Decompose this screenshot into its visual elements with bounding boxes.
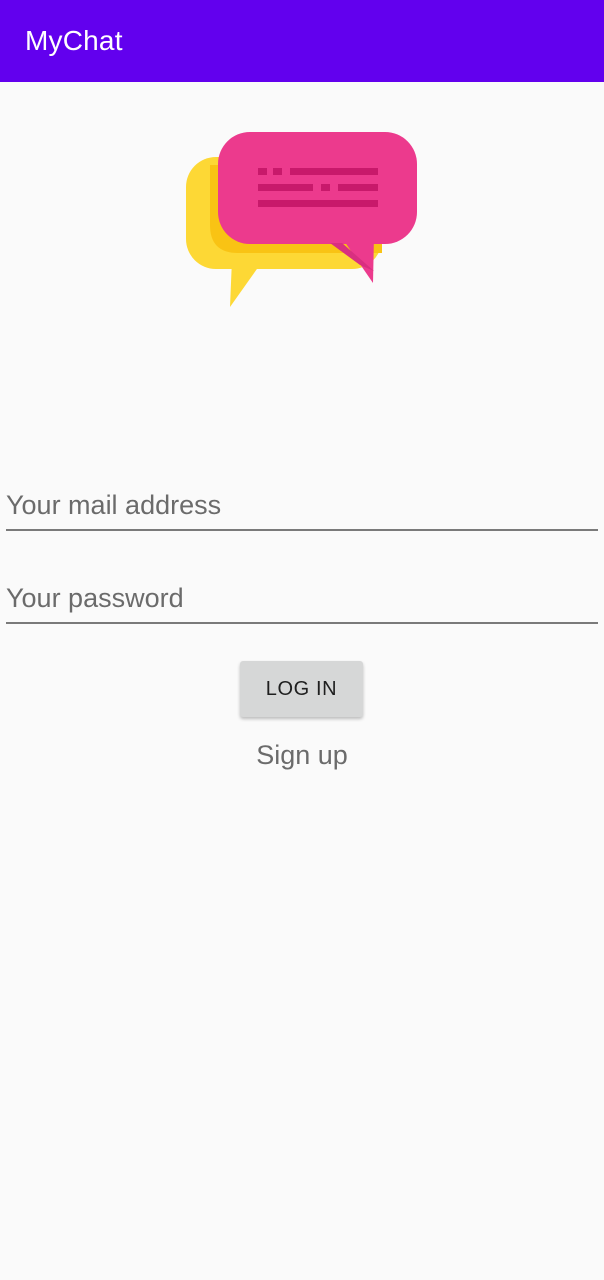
login-button[interactable]: LOG IN xyxy=(240,661,363,717)
password-field[interactable] xyxy=(6,580,598,624)
app-bar: MyChat xyxy=(0,0,604,82)
password-input[interactable] xyxy=(6,580,598,622)
email-input[interactable] xyxy=(6,487,598,529)
email-field[interactable] xyxy=(6,487,598,531)
signup-link[interactable]: Sign up xyxy=(0,740,604,771)
app-title: MyChat xyxy=(25,25,123,56)
chat-bubbles-icon xyxy=(186,132,417,307)
